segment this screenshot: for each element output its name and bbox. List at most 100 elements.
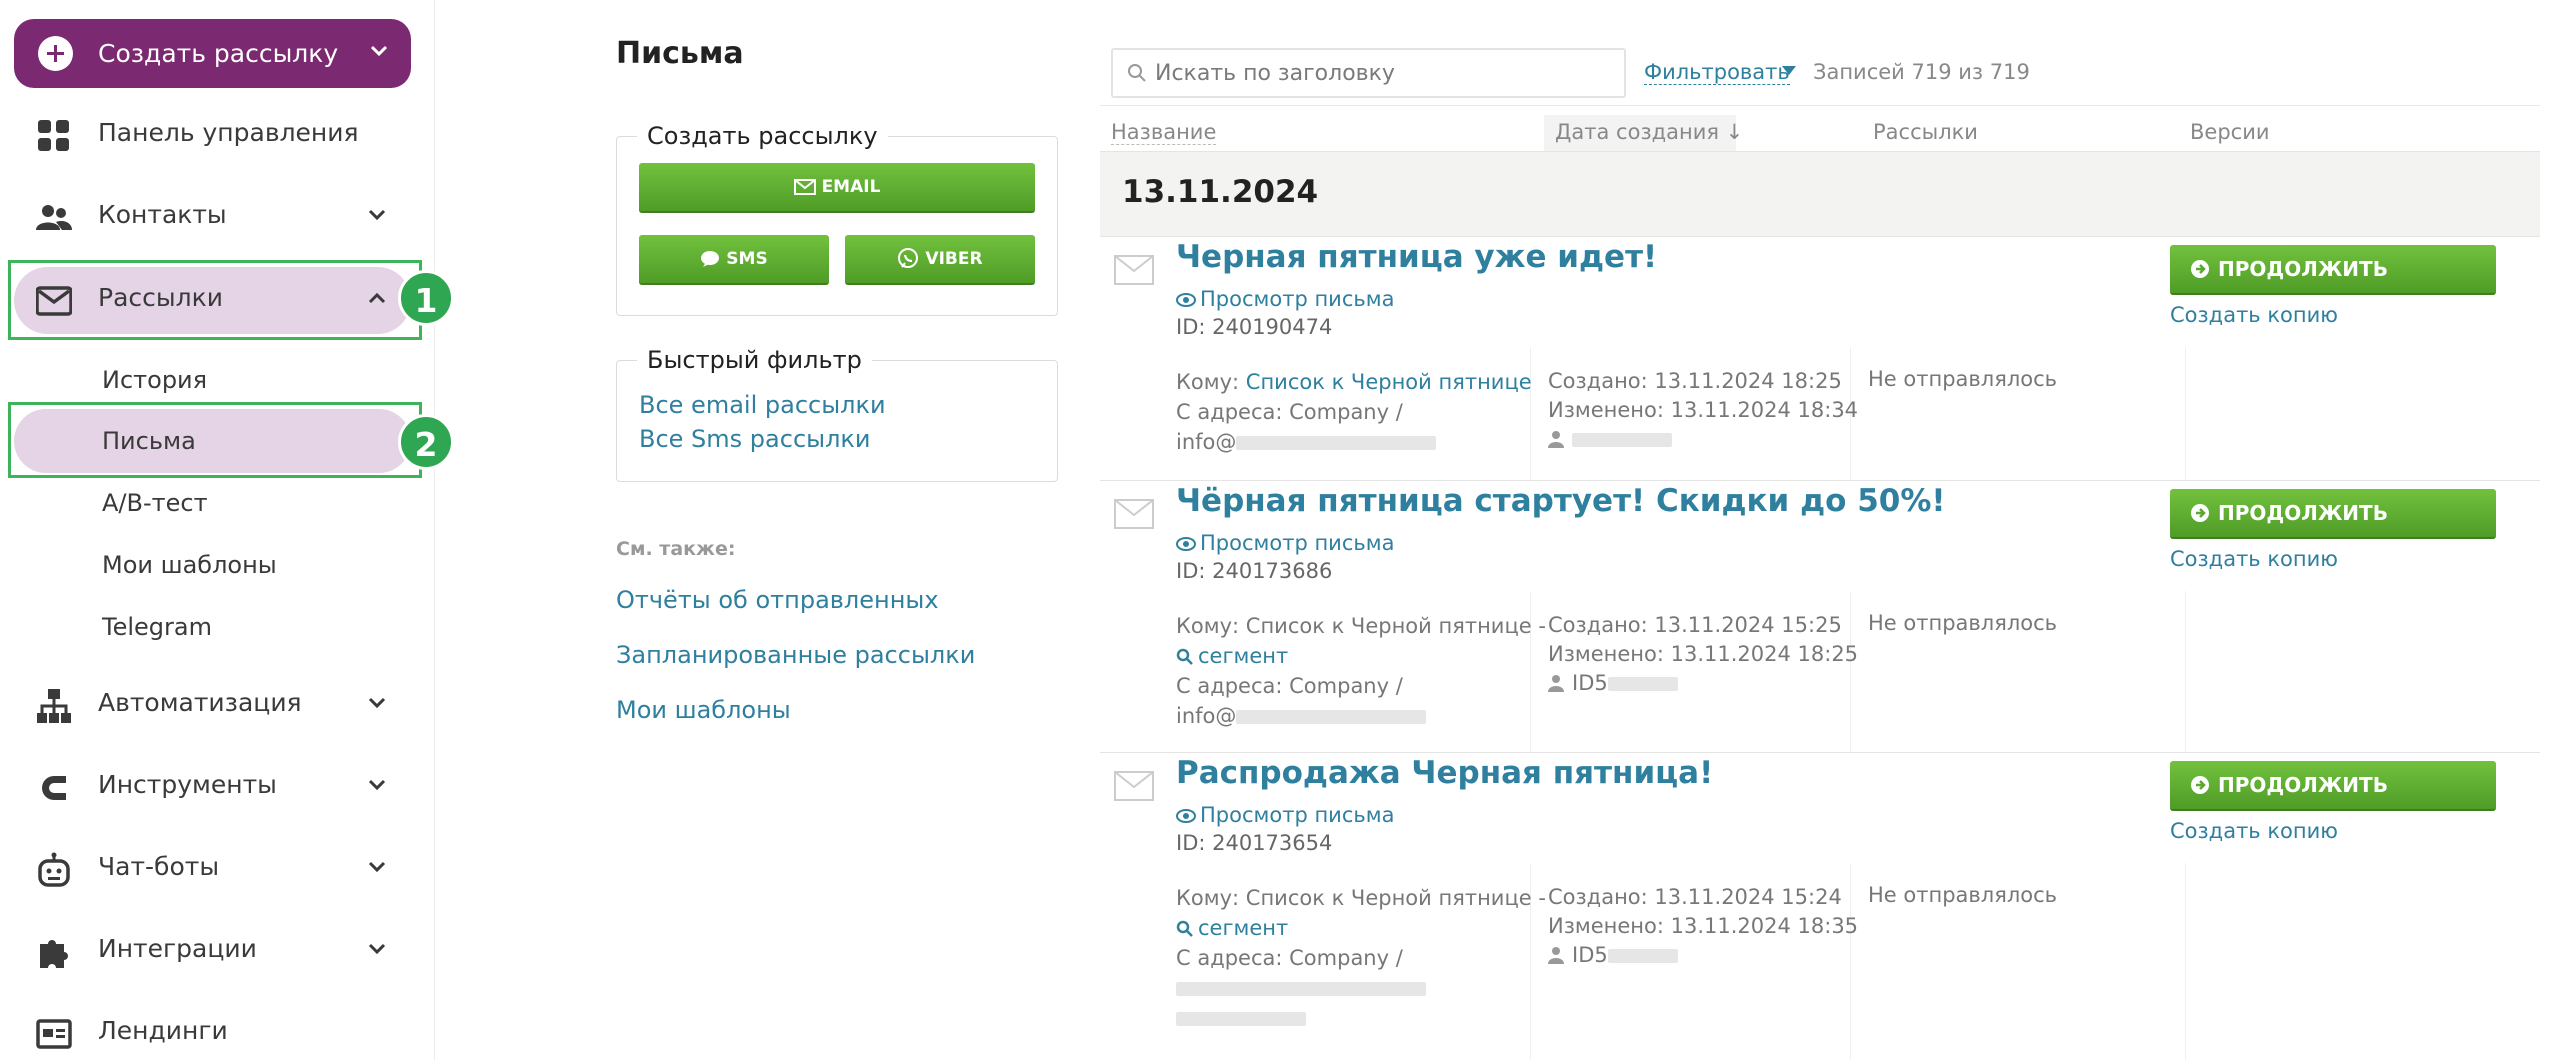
arrow-circle-right-icon [2191, 776, 2209, 794]
search-placeholder: Искать по заголовку [1155, 61, 1395, 86]
step-badge-1: 1 [398, 270, 454, 326]
continue-button[interactable]: ПРОДОЛЖИТЬ [2170, 489, 2496, 539]
table-row: Чёрная пятница стартует! Скидки до 50%! … [1100, 481, 2540, 753]
create-copy-link[interactable]: Создать копию [2170, 819, 2338, 843]
eye-icon [1176, 809, 1196, 823]
sms-label: SMS [726, 249, 768, 269]
segment-link[interactable]: сегмент [1176, 913, 1546, 943]
create-sms-button[interactable]: SMS [639, 235, 829, 285]
create-viber-button[interactable]: VIBER [845, 235, 1035, 285]
sidebar-item-automation[interactable]: Автоматизация [0, 670, 420, 740]
envelope-icon [793, 179, 816, 195]
email-label: EMAIL [821, 177, 881, 197]
link-scheduled-mailings[interactable]: Запланированные рассылки [616, 641, 975, 669]
sitemap-icon [37, 689, 71, 723]
letter-meta: Кому: Список к Черной пятнице - сегмент … [1176, 614, 1546, 728]
caret-down-icon[interactable] [1782, 66, 1796, 75]
continue-button[interactable]: ПРОДОЛЖИТЬ [2170, 761, 2496, 811]
chevron-down-icon [369, 44, 389, 58]
sidebar-item-chatbots[interactable]: Чат-боты [0, 834, 420, 904]
highlight-box-2 [8, 402, 422, 478]
letter-dates: Создано: 13.11.2024 15:24 Изменено: 13.1… [1548, 885, 1859, 967]
step-badge-2: 2 [398, 414, 454, 470]
create-mailing-panel: Создать рассылку EMAIL SMS VIBER [616, 122, 1058, 316]
search-icon [1176, 648, 1193, 665]
letter-id: ID: 240173686 [1176, 559, 1333, 583]
sidebar-subitem-my-templates[interactable]: Мои шаблоны [102, 551, 277, 579]
date-group-row: 13.11.2024 [1100, 151, 2540, 237]
quick-filter-panel: Быстрый фильтр Все email рассылки Все Sm… [616, 346, 1058, 482]
segment-link[interactable]: сегмент [1176, 641, 1546, 671]
robot-icon [38, 852, 70, 887]
link-my-templates[interactable]: Мои шаблоны [616, 696, 791, 724]
envelope-icon [1114, 255, 1154, 285]
letter-id: ID: 240190474 [1176, 315, 1333, 339]
link-sent-reports[interactable]: Отчёты об отправленных [616, 586, 939, 614]
create-mailing-button[interactable]: Создать рассылку [14, 19, 411, 88]
view-letter-link[interactable]: Просмотр письма [1176, 803, 1394, 827]
envelope-icon [1114, 771, 1154, 801]
sidebar-item-label: Чат-боты [98, 852, 220, 881]
letter-meta: Кому: Список к Черной пятнице С адреса: … [1176, 370, 1532, 454]
sidebar-item-tools[interactable]: Инструменты [0, 752, 420, 822]
letter-id: ID: 240173654 [1176, 831, 1333, 855]
letter-title[interactable]: Распродажа Черная пятница! [1176, 755, 1713, 791]
envelope-icon [1114, 499, 1154, 529]
view-letter-link[interactable]: Просмотр письма [1176, 531, 1394, 555]
table-row: Распродажа Черная пятница! Просмотр пись… [1100, 753, 2540, 1060]
create-copy-link[interactable]: Создать копию [2170, 547, 2338, 571]
users-icon [36, 205, 72, 230]
sidebar-item-landings[interactable]: Лендинги [0, 998, 420, 1060]
column-header-created[interactable]: Дата создания ↓ [1555, 120, 1743, 144]
filter-link-all-sms[interactable]: Все Sms рассылки [639, 425, 871, 453]
sidebar-item-contacts[interactable]: Контакты [0, 182, 420, 252]
sidebar-item-label: Лендинги [98, 1016, 228, 1045]
view-letter-link[interactable]: Просмотр письма [1176, 287, 1394, 311]
sidebar-subitem-telegram[interactable]: Telegram [102, 613, 212, 641]
sidebar-item-label: Автоматизация [98, 688, 302, 717]
sidebar-item-label: Контакты [98, 200, 227, 229]
records-count: Записей 719 из 719 [1813, 60, 2030, 84]
column-header-versions: Версии [2190, 120, 2270, 144]
magnet-icon [42, 776, 66, 800]
continue-button[interactable]: ПРОДОЛЖИТЬ [2170, 245, 2496, 295]
table-header-divider [1100, 105, 2540, 106]
column-header-name[interactable]: Название [1111, 120, 1217, 145]
eye-icon [1176, 293, 1196, 307]
table-row: Черная пятница уже идет! Просмотр письма… [1100, 237, 2540, 481]
user-icon [1548, 947, 1564, 964]
filter-link-all-email[interactable]: Все email рассылки [639, 391, 886, 419]
sidebar-item-dashboard[interactable]: Панель управления [0, 100, 420, 170]
letter-title[interactable]: Черная пятница уже идет! [1176, 239, 1657, 275]
sidebar: Создать рассылку Панель управления Конта… [0, 0, 454, 1060]
letter-dates: Создано: 13.11.2024 15:25 Изменено: 13.1… [1548, 613, 1859, 695]
viber-icon [898, 248, 919, 268]
puzzle-icon [40, 940, 68, 968]
panel-legend: Создать рассылку [637, 122, 888, 150]
user-icon [1548, 675, 1564, 692]
viber-label: VIBER [925, 249, 983, 269]
sidebar-subitem-history[interactable]: История [102, 366, 207, 394]
recipient-list-link[interactable]: Список к Черной пятнице [1246, 370, 1532, 394]
eye-icon [1176, 537, 1196, 551]
arrow-circle-right-icon [2191, 504, 2209, 522]
see-also-label: См. также: [616, 538, 736, 560]
mailing-status: Не отправлялось [1868, 367, 2058, 391]
filter-dropdown-button[interactable]: Фильтровать [1644, 60, 1790, 85]
dashboard-icon [38, 120, 69, 151]
letter-dates: Создано: 13.11.2024 18:25 Изменено: 13.1… [1548, 367, 1858, 454]
search-input[interactable]: Искать по заголовку [1111, 48, 1626, 98]
create-copy-link[interactable]: Создать копию [2170, 303, 2338, 327]
mailing-status: Не отправлялось [1868, 611, 2058, 635]
arrow-circle-right-icon [2191, 260, 2209, 278]
create-email-button[interactable]: EMAIL [639, 163, 1035, 213]
chevron-down-icon [367, 208, 387, 222]
letter-title[interactable]: Чёрная пятница стартует! Скидки до 50%! [1176, 483, 1946, 519]
chevron-down-icon [367, 942, 387, 956]
chevron-down-icon [367, 696, 387, 710]
sidebar-subitem-ab-test[interactable]: A/B-тест [102, 489, 208, 517]
sidebar-item-integrations[interactable]: Интеграции [0, 916, 420, 986]
sidebar-item-label: Панель управления [98, 118, 359, 147]
create-mailing-label: Создать рассылку [98, 39, 339, 68]
letter-meta: Кому: Список к Черной пятнице - сегмент … [1176, 883, 1546, 1033]
